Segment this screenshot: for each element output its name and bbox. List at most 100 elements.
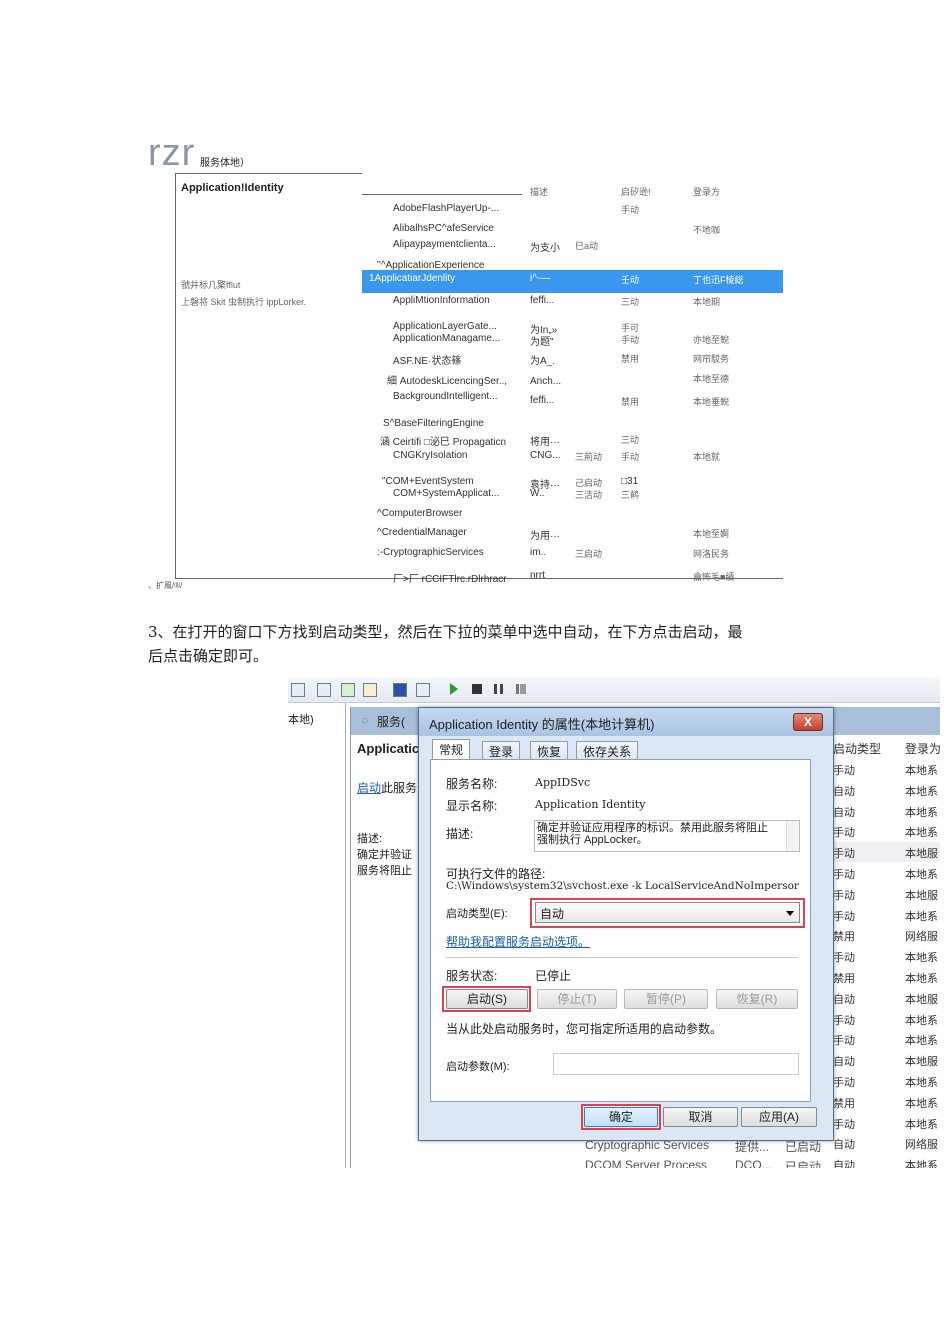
list-cell-startup[interactable]: 手动 — [833, 1074, 855, 1090]
pause-icon[interactable] — [494, 684, 503, 694]
startup-type-select[interactable]: 自动 — [535, 902, 800, 923]
list-cell-logon[interactable]: 本地系 — [905, 1012, 938, 1028]
list-cell-logon[interactable]: 本地服 — [905, 991, 938, 1007]
service-name[interactable]: 1ApplicatiarJdenlity — [369, 273, 455, 284]
list-cell-startup[interactable]: 手动 — [833, 866, 855, 882]
service-name[interactable]: COM+SystemApplicat... — [393, 488, 499, 499]
service-name[interactable]: BackgroundIntelligent... — [393, 391, 498, 402]
pause-button[interactable]: 暂停(P) — [624, 989, 708, 1009]
service-name[interactable]: S^BaseFilteringEngine — [383, 418, 484, 429]
service-name[interactable]: AdobeFlashPlayerUp-... — [393, 203, 499, 214]
properties-icon[interactable] — [317, 683, 331, 697]
start-service-link[interactable]: 启动 — [357, 781, 381, 795]
description-textarea[interactable]: 确定并验证应用程序的标识。禁用此服务将阻止强制执行 AppLocker。 — [534, 820, 800, 852]
service-name[interactable]: :-CryptographicServices — [377, 547, 484, 558]
list-cell-logon[interactable]: 本地系 — [905, 783, 938, 799]
list-cell-startup[interactable]: 自动 — [833, 1136, 855, 1152]
start-params-input[interactable] — [553, 1053, 799, 1075]
list-cell-startup[interactable]: 自动 — [833, 783, 855, 799]
col-header-startup[interactable]: 启动类型 — [833, 740, 881, 757]
help-configure-link[interactable]: 帮助我配置服务启动选项。 — [446, 933, 590, 950]
list-cell-logon[interactable]: 本地系 — [905, 866, 938, 882]
list-cell-startup[interactable]: 手动 — [833, 824, 855, 840]
list-cell-startup[interactable]: 自动 — [833, 991, 855, 1007]
list-cell-startup[interactable]: 禁用 — [833, 1095, 855, 1111]
start-button[interactable]: 启动(S) — [446, 989, 528, 1009]
list-cell-startup[interactable]: 手动 — [833, 762, 855, 778]
service-name[interactable]: ASF.NE·状态篠 — [393, 352, 461, 367]
tree-node-local[interactable]: 本地) — [288, 711, 314, 727]
stop-icon[interactable] — [472, 684, 482, 694]
dialog-titlebar[interactable]: Application Identity 的属性(本地计算机) X — [419, 708, 833, 736]
list-cell-logon[interactable]: 本地系 — [905, 1032, 938, 1048]
service-name[interactable]: AppliMtionInformation — [393, 295, 490, 306]
service-name[interactable]: ^CredentialManager — [377, 527, 467, 538]
list-cell-logon[interactable]: 本地服 — [905, 887, 938, 903]
tab-dependencies[interactable]: 依存关系 — [576, 741, 639, 760]
service-name[interactable]: ApplicationManagame... — [393, 333, 500, 344]
list-cell-logon[interactable]: 本地系 — [905, 970, 938, 986]
list-cell-logon[interactable]: 网络服 — [905, 1136, 938, 1152]
list-cell-startup[interactable]: 自动 — [833, 1053, 855, 1069]
description-scrollbar[interactable] — [786, 821, 799, 851]
frame-left-border — [175, 173, 176, 578]
list-cell-logon[interactable]: 本地服 — [905, 1053, 938, 1069]
list-cell-startup[interactable]: 手动 — [833, 908, 855, 924]
tab-recovery[interactable]: 恢复 — [530, 741, 569, 760]
service-name[interactable]: 涵 Ceirtifi □泌巳 Propagaticn — [380, 433, 506, 448]
list-cell-startup[interactable]: 手动 — [833, 949, 855, 965]
list-cell-logon[interactable]: 本地系 — [905, 949, 938, 965]
bottom-row-desc[interactable]: DCO... — [735, 1158, 772, 1168]
help-icon[interactable] — [393, 683, 407, 697]
export-icon[interactable] — [363, 683, 377, 697]
close-button[interactable]: X — [793, 713, 823, 731]
list-cell-startup[interactable]: 手动 — [833, 887, 855, 903]
list-cell-startup[interactable]: 手动 — [833, 845, 855, 861]
service-name[interactable]: ''^ApplicationExperience — [377, 260, 484, 271]
service-name[interactable]: Alipaypaymentclienta... — [393, 239, 496, 250]
cancel-button[interactable]: 取消 — [663, 1107, 738, 1127]
service-name[interactable]: ^ComputerBrowser — [377, 508, 462, 519]
list-cell-startup[interactable]: 手动 — [833, 1012, 855, 1028]
list-cell-logon[interactable]: 本地系 — [905, 1074, 938, 1090]
service-name[interactable]: AlibalhsPC^afeService — [393, 223, 494, 234]
service-name[interactable]: CNGKryIsolation — [393, 450, 467, 461]
list-cell-logon[interactable]: 本地系 — [905, 1095, 938, 1111]
resume-icon[interactable] — [516, 684, 526, 694]
refresh-icon[interactable] — [341, 683, 355, 697]
service-logon: 网洛民务 — [693, 549, 730, 559]
list-cell-startup[interactable]: 自动 — [833, 804, 855, 820]
service-name[interactable]: 厂>厂 rCCIFTlrc.rDlrhracr — [393, 570, 507, 585]
list-cell-logon[interactable]: 本地系 — [905, 804, 938, 820]
service-name[interactable]: ApplicationLayerGate... — [393, 321, 497, 332]
list-cell-logon[interactable]: 本地系 — [905, 1157, 938, 1168]
stop-button[interactable]: 停止(T) — [537, 989, 617, 1009]
service-name-label: 服务名称: — [446, 777, 498, 791]
list-cell-startup[interactable]: 禁用 — [833, 928, 855, 944]
list-cell-startup[interactable]: 手动 — [833, 1116, 855, 1132]
list-cell-logon[interactable]: 本地服 — [905, 845, 938, 861]
apply-button[interactable]: 应用(A) — [741, 1107, 817, 1127]
tab-logon[interactable]: 登录 — [482, 741, 521, 760]
service-name[interactable]: "COM+EventSystem — [382, 476, 474, 487]
ok-button[interactable]: 确定 — [584, 1107, 658, 1127]
list-cell-logon[interactable]: 网络服 — [905, 928, 938, 944]
console-tree-icon[interactable] — [291, 683, 305, 697]
service-name[interactable]: 細 AutodeskLicencingSer.., — [387, 372, 507, 387]
col-header-logon[interactable]: 登录为 — [905, 740, 940, 757]
services-detail-pane: ○ 服务( Applicatic 启动此服务 描述: 确定并验证 服务将阻止 — [350, 707, 421, 1168]
bottom-row-status[interactable]: 已启动 — [785, 1158, 821, 1168]
list-cell-startup[interactable]: 手动 — [833, 1032, 855, 1048]
view-icon[interactable] — [416, 683, 430, 697]
list-cell-startup[interactable]: 禁用 — [833, 970, 855, 986]
resume-button[interactable]: 恢复(R) — [716, 989, 798, 1009]
play-icon[interactable] — [450, 683, 458, 695]
list-cell-logon[interactable]: 本地系 — [905, 762, 938, 778]
bottom-row-name[interactable]: DCOM Server Process — [585, 1158, 707, 1168]
list-cell-startup[interactable]: 自动 — [833, 1157, 855, 1168]
list-cell-logon[interactable]: 本地系 — [905, 908, 938, 924]
pane-desc-line1: 确定并验证 — [357, 849, 412, 861]
tab-general[interactable]: 常规 — [432, 739, 471, 760]
list-cell-logon[interactable]: 本地系 — [905, 1116, 938, 1132]
list-cell-logon[interactable]: 本地系 — [905, 824, 938, 840]
